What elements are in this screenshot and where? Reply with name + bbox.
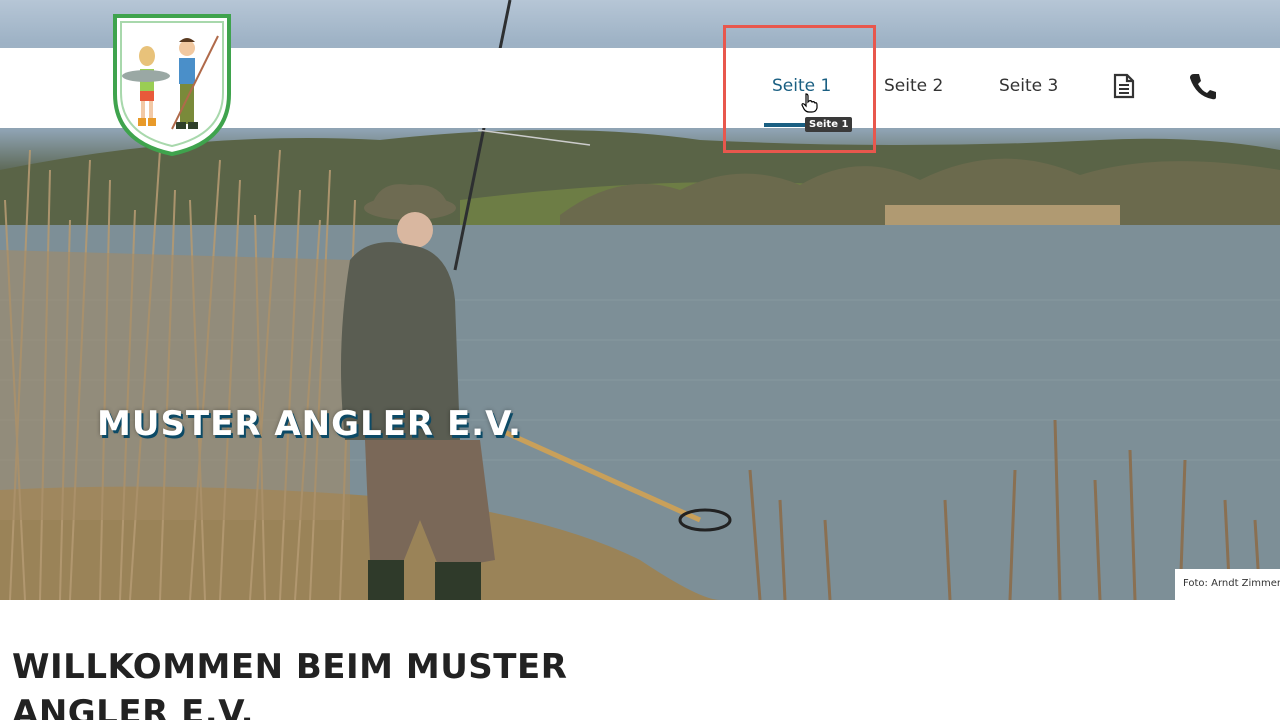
nav-item-seite-2[interactable]: Seite 2 bbox=[884, 76, 943, 96]
photo-credit: Foto: Arndt Zimmermann bbox=[1175, 569, 1280, 600]
hero-title: MUSTER ANGLER E.V. bbox=[97, 404, 522, 444]
club-crest-logo[interactable] bbox=[112, 14, 232, 157]
phone-icon[interactable] bbox=[1188, 72, 1217, 104]
shield-icon bbox=[113, 14, 231, 157]
document-icon[interactable] bbox=[1113, 73, 1135, 103]
welcome-heading: WILLKOMMEN BEIM MUSTER ANGLER E.V. bbox=[12, 647, 568, 720]
nav-item-seite-3[interactable]: Seite 3 bbox=[999, 76, 1058, 96]
nav-tooltip: Seite 1 bbox=[805, 117, 853, 132]
hand-cursor-icon bbox=[801, 93, 819, 117]
